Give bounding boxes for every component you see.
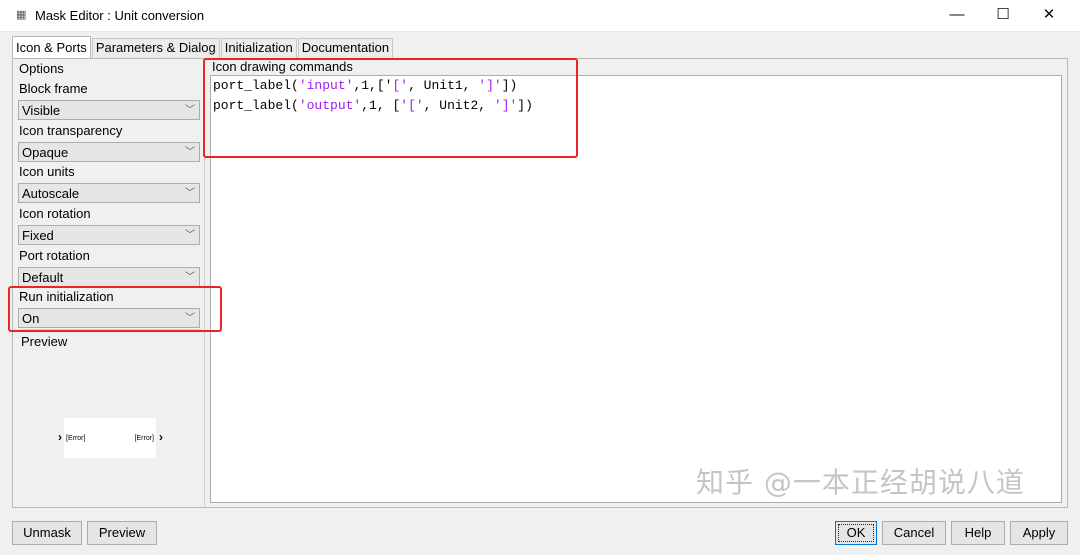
chevron-down-icon: ﹀ bbox=[185, 230, 195, 241]
icon-rotation-label: Icon rotation bbox=[19, 206, 91, 221]
preview-panel: Preview › [Error] [Error] › bbox=[19, 329, 201, 507]
icon-transparency-label: Icon transparency bbox=[19, 123, 123, 138]
cancel-button[interactable]: Cancel bbox=[882, 521, 946, 545]
unmask-button[interactable]: Unmask bbox=[12, 521, 82, 545]
port-rotation-select[interactable]: Default ﹀ bbox=[18, 267, 200, 287]
port-rotation-label: Port rotation bbox=[19, 248, 90, 263]
apply-button[interactable]: Apply bbox=[1010, 521, 1068, 545]
watermark: 知乎 @一本正经胡说八道 bbox=[696, 466, 1025, 499]
block-frame-value: Visible bbox=[22, 103, 61, 118]
chevron-down-icon: ﹀ bbox=[185, 272, 195, 283]
help-button[interactable]: Help bbox=[951, 521, 1005, 545]
block-frame-label: Block frame bbox=[19, 81, 88, 96]
input-port-arrow-icon: › bbox=[58, 430, 62, 444]
chevron-down-icon: ﹀ bbox=[185, 147, 195, 158]
icon-units-select[interactable]: Autoscale ﹀ bbox=[18, 183, 200, 203]
output-port-label: [Error] bbox=[134, 435, 154, 442]
title-bar: ▦ Mask Editor : Unit conversion — ☐ ✕ bbox=[0, 0, 1080, 32]
ok-button-label: OK bbox=[838, 524, 874, 542]
icon-units-label: Icon units bbox=[19, 164, 75, 179]
highlight-box-commands bbox=[203, 58, 578, 158]
tab-bar: Icon & Ports Parameters & Dialog Initial… bbox=[12, 36, 394, 58]
ok-button[interactable]: OK bbox=[835, 521, 877, 545]
tab-parameters-dialog[interactable]: Parameters & Dialog bbox=[91, 38, 220, 58]
tab-initialization[interactable]: Initialization bbox=[220, 38, 297, 58]
input-port-label: [Error] bbox=[66, 435, 86, 442]
preview-button[interactable]: Preview bbox=[87, 521, 157, 545]
block-icon-preview: › [Error] [Error] › bbox=[58, 418, 163, 458]
icon-units-value: Autoscale bbox=[22, 186, 80, 201]
window-title: Mask Editor : Unit conversion bbox=[35, 8, 205, 23]
output-port-arrow-icon: › bbox=[159, 430, 163, 444]
mask-editor-icon: ▦ bbox=[16, 9, 27, 21]
options-header: Options bbox=[19, 61, 64, 76]
tab-documentation[interactable]: Documentation bbox=[297, 38, 394, 58]
minimize-button[interactable]: — bbox=[934, 0, 980, 32]
options-pane: Options Block frame Visible ﹀ Icon trans… bbox=[17, 61, 201, 509]
chevron-down-icon: ﹀ bbox=[185, 105, 195, 116]
icon-rotation-value: Fixed bbox=[22, 228, 54, 243]
icon-transparency-select[interactable]: Opaque ﹀ bbox=[18, 142, 200, 162]
icon-transparency-value: Opaque bbox=[22, 145, 69, 160]
icon-rotation-select[interactable]: Fixed ﹀ bbox=[18, 225, 200, 245]
close-button[interactable]: ✕ bbox=[1026, 0, 1072, 32]
chevron-down-icon: ﹀ bbox=[185, 188, 195, 199]
highlight-box-run-initialization bbox=[8, 286, 222, 332]
preview-label: Preview bbox=[21, 334, 68, 349]
port-rotation-value: Default bbox=[22, 270, 64, 285]
tab-icon-ports[interactable]: Icon & Ports bbox=[12, 36, 91, 58]
block-frame-select[interactable]: Visible ﹀ bbox=[18, 100, 200, 120]
maximize-button[interactable]: ☐ bbox=[980, 0, 1026, 32]
